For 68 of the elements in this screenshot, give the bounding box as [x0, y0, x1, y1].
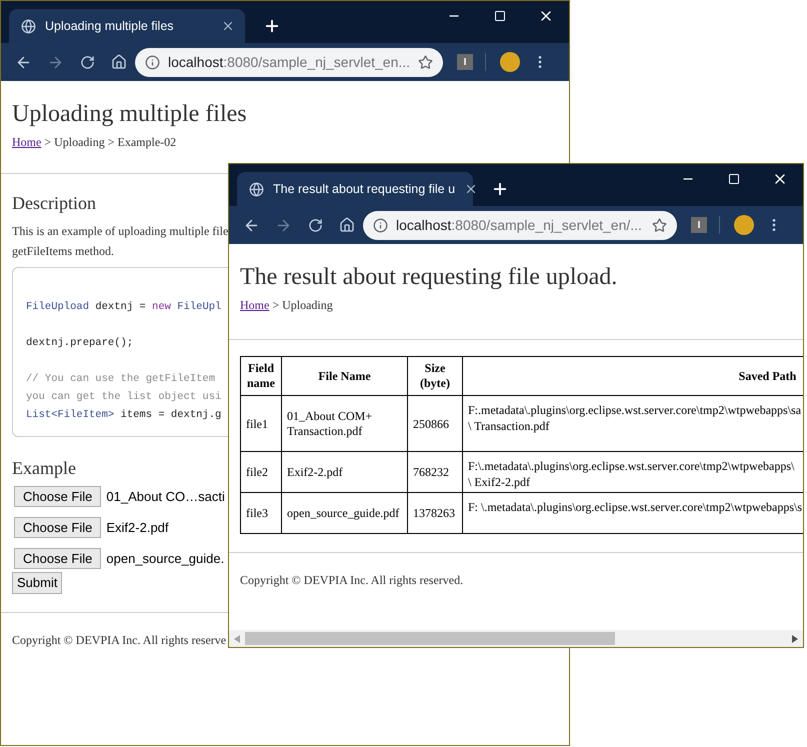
browser-tab[interactable]: The result about requesting file u: [237, 172, 473, 206]
reload-icon[interactable]: [308, 218, 323, 232]
description-text: This is an example of uploading multiple file: [12, 223, 228, 240]
choose-file-button[interactable]: Choose File: [14, 517, 102, 538]
maximize-icon[interactable]: [728, 173, 740, 185]
code-line: FileUpload dextnj = new FileUpl: [26, 300, 222, 315]
close-tab-icon[interactable]: [221, 19, 235, 33]
code-line: dextnj.prepare();: [26, 336, 134, 351]
file-name: open_source_guide.: [106, 550, 224, 568]
table-cell: 1378263: [408, 492, 462, 534]
address-bar[interactable]: localhost:8080/sample_nj_servlet_en/...: [363, 210, 677, 240]
table-cell: file1: [240, 396, 282, 452]
copyright-text: Copyright © DEVPIA Inc. All rights reserve: [12, 632, 226, 650]
home-icon[interactable]: [111, 54, 127, 70]
code-line: List<FileItem> items = dextnj.g: [26, 408, 222, 423]
home-link[interactable]: Home: [240, 296, 270, 314]
code-line: // You can use the getFileItem: [26, 372, 216, 387]
choose-file-button[interactable]: Choose File: [14, 486, 102, 507]
reload-icon[interactable]: [80, 54, 95, 70]
tab-title: Uploading multiple files: [45, 18, 175, 35]
table-cell: 250866: [408, 396, 462, 452]
star-icon[interactable]: [652, 218, 667, 232]
home-link[interactable]: Home: [12, 133, 42, 151]
extension-icon[interactable]: I: [457, 54, 473, 70]
table-cell: 768232: [408, 452, 462, 492]
breadcrumb-text: > Uploading > Example-02: [43, 134, 176, 151]
scroll-left-icon: [234, 634, 240, 642]
address-bar[interactable]: localhost:8080/sample_nj_servlet_en...: [135, 48, 443, 76]
section-heading: Example: [12, 457, 76, 480]
url-text: localhost:8080/sample_nj_servlet_en...: [168, 52, 412, 72]
url-text: localhost:8080/sample_nj_servlet_en/...: [396, 216, 643, 235]
browser-tab[interactable]: Uploading multiple files: [9, 9, 245, 43]
star-icon[interactable]: [418, 54, 433, 70]
column-header: File Name: [282, 356, 408, 396]
submit-button[interactable]: Submit: [12, 572, 62, 594]
code-line: you can get the list object usi: [26, 390, 222, 405]
table-cell: 01_About COM+ Transaction.pdf: [282, 396, 408, 452]
section-heading: Description: [12, 192, 96, 215]
file-name: 01_About CO…sacti: [106, 488, 225, 506]
table-cell: Exif2-2.pdf: [282, 452, 408, 492]
avatar-icon[interactable]: [500, 52, 520, 72]
column-header: Saved Path: [462, 356, 803, 396]
horizontal-scrollbar[interactable]: [229, 630, 803, 647]
scroll-right-icon: [792, 634, 798, 642]
globe-icon: [249, 182, 264, 196]
maximize-icon[interactable]: [494, 10, 506, 22]
extension-icon[interactable]: I: [691, 217, 707, 233]
file-name: Exif2-2.pdf: [106, 518, 169, 537]
table-cell: file2: [240, 452, 282, 492]
description-text: getFileItems method.: [12, 243, 114, 260]
avatar-icon[interactable]: [734, 215, 754, 235]
scrollbar-thumb[interactable]: [245, 632, 615, 645]
home-icon[interactable]: [339, 217, 355, 233]
globe-icon: [21, 18, 36, 34]
column-header: Size (byte): [408, 356, 462, 396]
table-cell: open_source_guide.pdf: [282, 492, 408, 534]
info-icon: [373, 218, 388, 232]
breadcrumb-text: > Uploading: [271, 297, 333, 314]
table-cell: file3: [240, 492, 282, 534]
copyright-text: Copyright © DEVPIA Inc. All rights reserved.: [240, 572, 464, 589]
page-heading: The result about requesting file upload.: [240, 263, 618, 292]
column-header: Field name: [240, 356, 282, 396]
tab-title: The result about requesting file u: [273, 180, 456, 198]
choose-file-button[interactable]: Choose File: [14, 548, 102, 569]
new-tab-icon[interactable]: [491, 180, 509, 198]
new-tab-icon[interactable]: [263, 17, 281, 35]
page-heading: Uploading multiple files: [12, 100, 247, 129]
info-icon: [145, 54, 160, 70]
